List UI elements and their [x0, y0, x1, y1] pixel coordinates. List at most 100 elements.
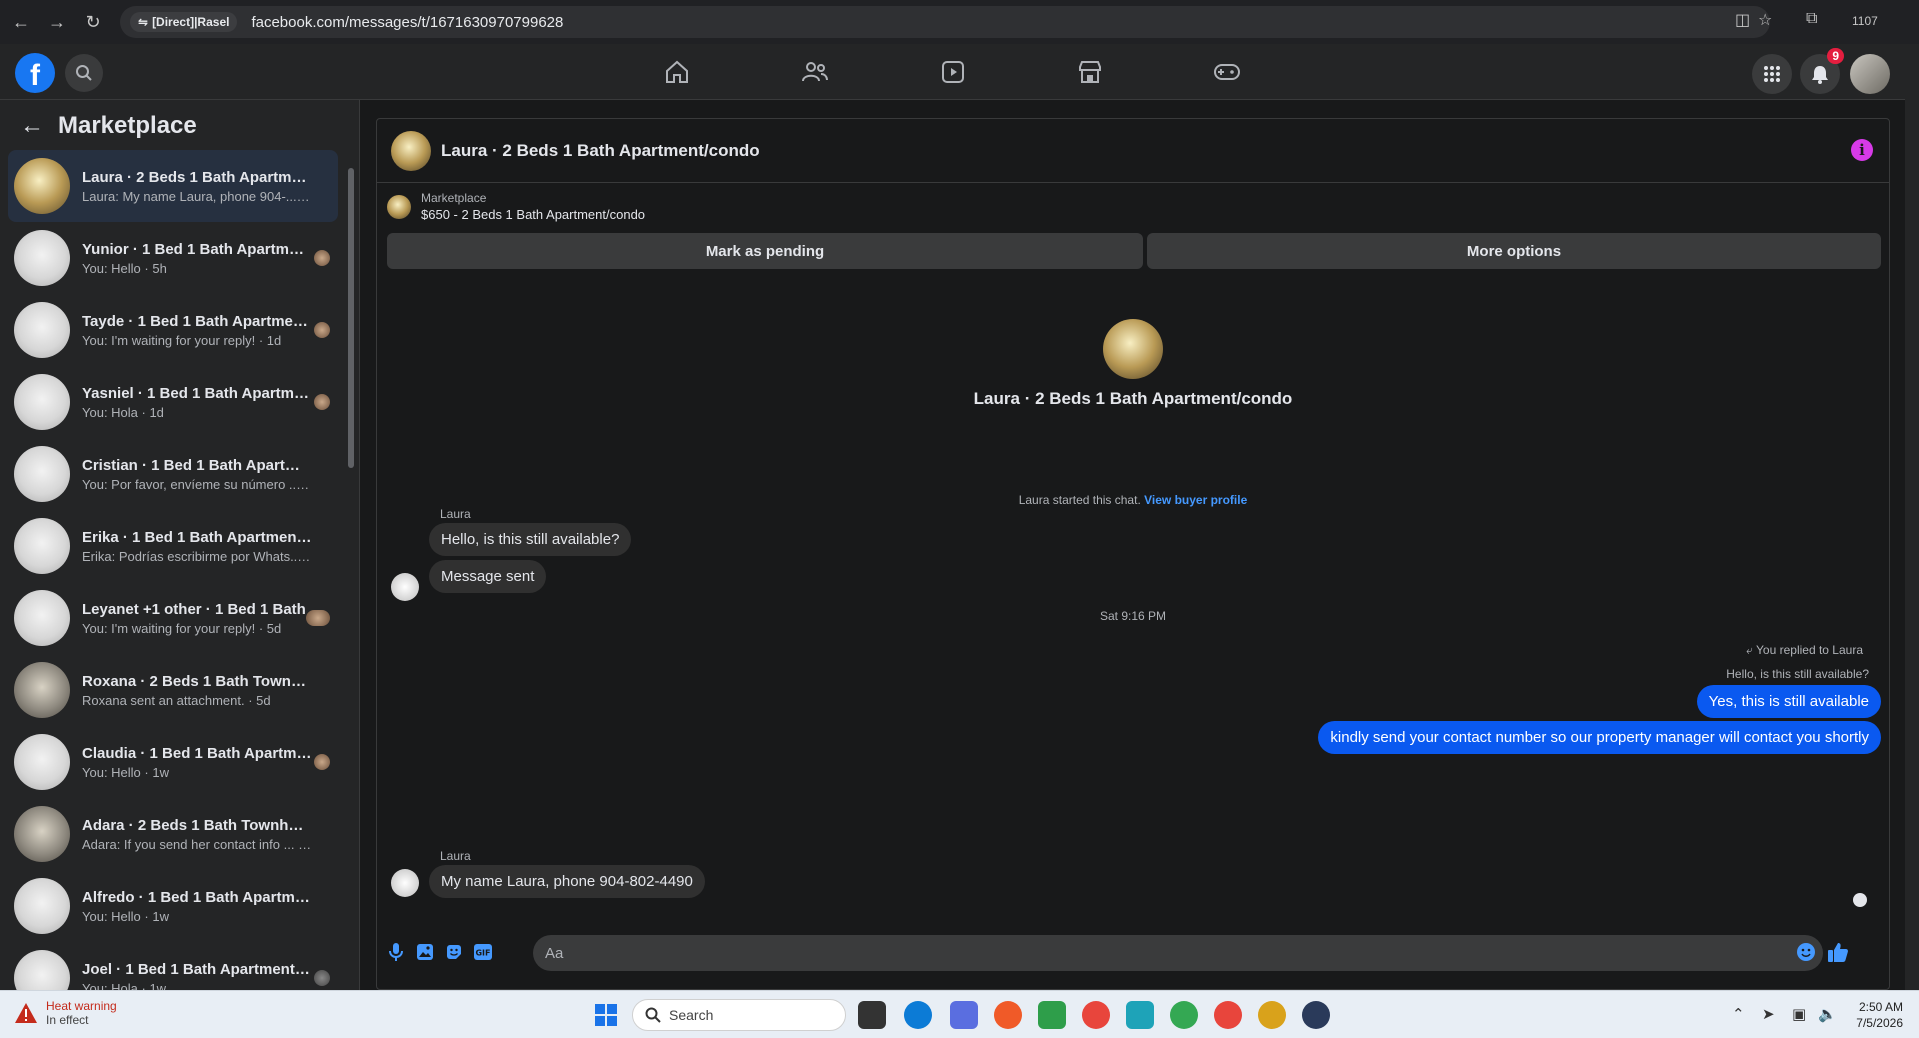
- volume-icon[interactable]: 🔈: [1818, 1005, 1837, 1023]
- conversation-item[interactable]: Claudia · 1 Bed 1 Bath Apartment/condo Yo…: [8, 726, 338, 798]
- conversation-item[interactable]: Joel · 1 Bed 1 Bath Apartment/condo You: …: [8, 942, 338, 990]
- windows-start-icon[interactable]: [592, 1001, 620, 1029]
- info-icon[interactable]: i: [1851, 139, 1873, 161]
- search-icon: [645, 1007, 661, 1023]
- conversation-name: Claudia · 1 Bed 1 Bath Apartment/condo: [82, 744, 312, 762]
- site-info-chip[interactable]: ⇋ [Direct]|Rasel: [130, 12, 238, 32]
- page-scrollbar[interactable]: [1905, 44, 1919, 990]
- app-icon[interactable]: [1126, 1001, 1154, 1029]
- listing-thumbnail: [14, 878, 70, 934]
- conversation-item[interactable]: Erika · 1 Bed 1 Bath Apartment/condo Erik…: [8, 510, 338, 582]
- video-icon[interactable]: [898, 52, 1008, 92]
- outgoing-message[interactable]: kindly send your contact number so our p…: [1318, 721, 1881, 754]
- edge-icon[interactable]: [904, 1001, 932, 1029]
- weather-widget[interactable]: Heat warning In effect: [14, 999, 117, 1027]
- chrome-icon[interactable]: [1214, 1001, 1242, 1029]
- conversation-item[interactable]: Yunior · 1 Bed 1 Bath Apartment/condo You…: [8, 222, 338, 294]
- chrome-icon[interactable]: [1082, 1001, 1110, 1029]
- chat-title[interactable]: Laura · 2 Beds 1 Bath Apartment/condo: [441, 141, 760, 161]
- timestamp: Sat 9:16 PM: [1099, 609, 1167, 623]
- network-icon[interactable]: ▣: [1792, 1005, 1806, 1023]
- seen-avatar: [314, 322, 330, 338]
- conversation-name: Adara · 2 Beds 1 Bath Townhouse: [82, 816, 312, 834]
- chat-avatar[interactable]: [391, 130, 431, 171]
- chrome-profile-icon[interactable]: [1170, 1001, 1198, 1029]
- windows-taskbar: Heat warning In effect Search ⌃ ➤ ▣ 🔈 2:…: [0, 990, 1919, 1038]
- quoted-message[interactable]: Hello, is this still available?: [1726, 667, 1869, 681]
- site-chip-label: [Direct]|Rasel: [152, 15, 230, 29]
- show-hidden-icons-icon[interactable]: ⌃: [1732, 1005, 1745, 1023]
- tab-search-icon[interactable]: ⧉: [1806, 10, 1817, 28]
- weather-alert-title: Heat warning: [46, 999, 117, 1013]
- bookmark-star-icon[interactable]: ☆: [1758, 10, 1772, 30]
- search-icon[interactable]: [65, 54, 103, 92]
- back-arrow-icon[interactable]: ←: [20, 112, 44, 140]
- menu-grid-icon[interactable]: [1752, 54, 1792, 94]
- incoming-message[interactable]: Hello, is this still available?: [429, 523, 632, 556]
- chat-panel: Laura · 2 Beds 1 Bath Apartment/condo i …: [376, 118, 1890, 990]
- reload-icon[interactable]: ↻: [78, 7, 108, 37]
- notifications-bell-icon[interactable]: 9: [1800, 48, 1844, 94]
- thumbs-up-icon[interactable]: [1827, 941, 1849, 963]
- sidebar-scrollbar[interactable]: [346, 150, 356, 980]
- firefox-icon[interactable]: [994, 1001, 1022, 1029]
- microphone-icon[interactable]: [385, 941, 407, 963]
- outgoing-message[interactable]: Yes, this is still available: [1696, 685, 1881, 718]
- emoji-icon[interactable]: [1795, 941, 1817, 963]
- conversation-item[interactable]: Roxana · 2 Beds 1 Bath Townhouse Roxana s…: [8, 654, 338, 726]
- app-icon[interactable]: [1302, 1001, 1330, 1029]
- photo-icon[interactable]: [414, 941, 436, 963]
- task-view-icon[interactable]: [858, 1001, 886, 1029]
- view-buyer-profile-link[interactable]: View buyer profile: [1144, 493, 1247, 507]
- gaming-icon[interactable]: [1172, 52, 1282, 92]
- sidebar-title: Marketplace: [58, 112, 197, 139]
- gif-icon[interactable]: GIF: [472, 941, 494, 963]
- conversation-item[interactable]: Yasniel · 1 Bed 1 Bath Apartment/condo Yo…: [8, 366, 338, 438]
- search-label: Search: [669, 1007, 714, 1023]
- incoming-message[interactable]: My name Laura, phone 904-802-4490: [429, 865, 705, 898]
- reply-icon: ⤶: [1746, 643, 1757, 657]
- more-options-button[interactable]: More options: [1147, 233, 1881, 269]
- conversation-item[interactable]: Alfredo · 1 Bed 1 Bath Apartment/condo Yo…: [8, 870, 338, 942]
- excel-icon[interactable]: [1038, 1001, 1066, 1029]
- conversation-item[interactable]: Cristian · 1 Bed 1 Bath Apartment/condo Y…: [8, 438, 338, 510]
- back-icon[interactable]: ←: [6, 7, 36, 37]
- system-clock[interactable]: 2:50 AM 7/5/2026: [1856, 999, 1903, 1031]
- app-icon[interactable]: [1258, 1001, 1286, 1029]
- friends-icon[interactable]: [760, 52, 870, 92]
- location-icon[interactable]: ➤: [1762, 1005, 1775, 1023]
- address-bar[interactable]: ⇋ [Direct]|Rasel facebook.com/messages/t/…: [120, 6, 1770, 38]
- incoming-message[interactable]: Message sent: [429, 560, 547, 593]
- facebook-logo-icon[interactable]: f: [15, 53, 55, 93]
- conversation-name: Cristian · 1 Bed 1 Bath Apartment/condo: [82, 456, 312, 474]
- profile-avatar[interactable]: [1850, 54, 1890, 94]
- conversation-item[interactable]: Laura · 2 Beds 1 Bath Apartment/condo Lau…: [8, 150, 338, 222]
- taskbar-search[interactable]: Search: [632, 999, 846, 1031]
- install-app-icon[interactable]: ◫: [1735, 10, 1750, 30]
- sender-avatar[interactable]: [391, 573, 419, 601]
- listing-banner[interactable]: Marketplace $650 - 2 Beds 1 Bath Apartme…: [387, 191, 645, 222]
- seen-avatar: [314, 250, 330, 266]
- mark-as-pending-button[interactable]: Mark as pending: [387, 233, 1143, 269]
- forward-icon[interactable]: →: [42, 7, 72, 37]
- conversation-name: Laura · 2 Beds 1 Bath Apartment/condo: [82, 168, 312, 186]
- sticker-icon[interactable]: [443, 941, 465, 963]
- listing-thumbnail: [14, 374, 70, 430]
- marketplace-icon[interactable]: [1035, 52, 1145, 92]
- url-text[interactable]: facebook.com/messages/t/1671630970799628: [251, 14, 563, 31]
- intro-title: Laura · 2 Beds 1 Bath Apartment/condo: [973, 389, 1293, 408]
- home-icon[interactable]: [622, 52, 732, 92]
- listing-thumbnail: [14, 302, 70, 358]
- snipping-tool-icon[interactable]: [950, 1001, 978, 1029]
- sender-avatar[interactable]: [391, 869, 419, 897]
- conversation-name: Leyanet +1 other · 1 Bed 1 Bath: [82, 600, 306, 618]
- scrollbar-thumb[interactable]: [348, 168, 354, 468]
- conversation-preview: Laura: My name Laura, phone 904-... · 5h: [82, 188, 312, 204]
- reply-indicator-label: You replied to Laura: [1756, 643, 1863, 657]
- clock-date: 7/5/2026: [1856, 1016, 1903, 1030]
- message-input[interactable]: [533, 935, 1823, 971]
- tab-count[interactable]: 1107: [1852, 14, 1878, 28]
- conversation-item[interactable]: Leyanet +1 other · 1 Bed 1 Bath You: I'm …: [8, 582, 338, 654]
- conversation-item[interactable]: Tayde · 1 Bed 1 Bath Apartment/condo You:…: [8, 294, 338, 366]
- conversation-item[interactable]: Adara · 2 Beds 1 Bath Townhouse Adara: If…: [8, 798, 338, 870]
